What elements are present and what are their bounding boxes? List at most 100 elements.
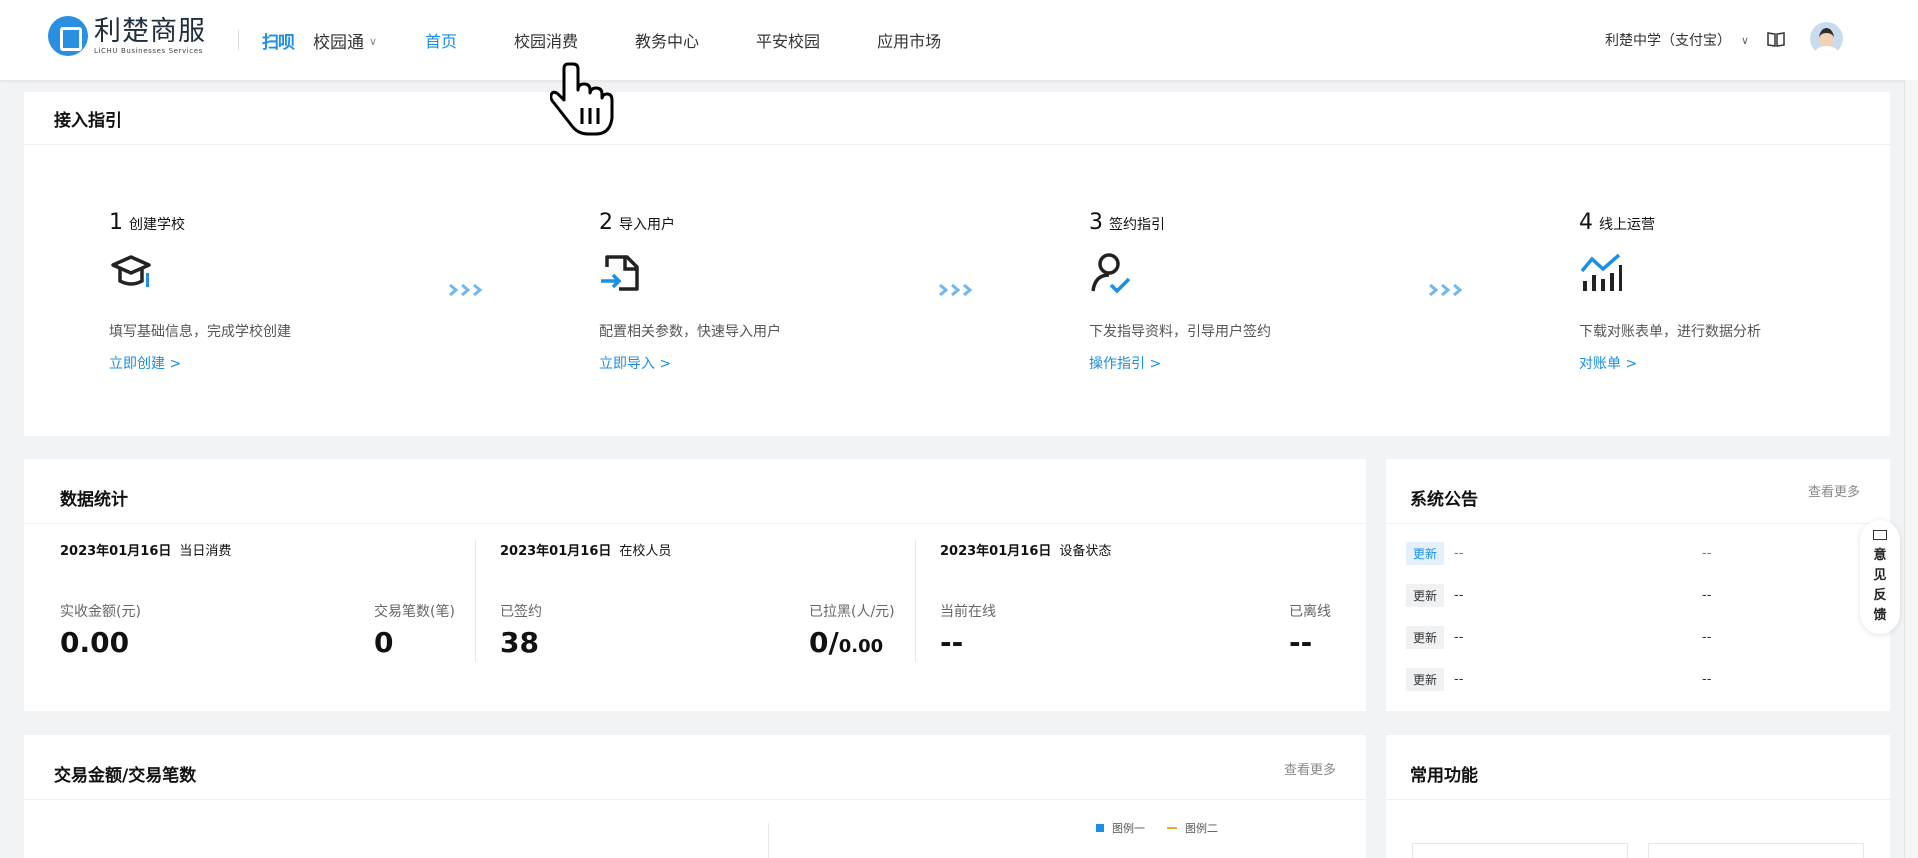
- blacklisted-value: 0/0.00: [809, 626, 884, 659]
- step-arrow-icon: [1429, 283, 1463, 297]
- graduation-cap-icon: [111, 255, 151, 287]
- analytics-icon: [1580, 253, 1622, 291]
- user-check-icon: [1091, 253, 1131, 294]
- legend-label: 图例一: [1112, 822, 1145, 835]
- product-switcher[interactable]: 校园通 ∨: [313, 28, 377, 53]
- notice-row[interactable]: 更新 -- --: [1406, 626, 1721, 649]
- stat-category: 设备状态: [1059, 544, 1112, 559]
- brand-logo[interactable]: 利楚商服 LiCHU Businesses Services: [48, 16, 206, 56]
- legend-swatch: [1167, 827, 1177, 829]
- user-avatar[interactable]: [1810, 22, 1843, 55]
- step-description: 下发指导资料，引导用户签约: [1089, 324, 1271, 340]
- product-name: 校园通: [313, 33, 364, 53]
- feedback-button[interactable]: 意见反馈: [1860, 520, 1900, 634]
- step-description: 下载对账表单，进行数据分析: [1579, 324, 1761, 340]
- data-stats-card: 数据统计: [24, 459, 1366, 711]
- logo-title: 利楚商服: [94, 16, 206, 47]
- signed-value: 38: [500, 626, 539, 659]
- online-label: 当前在线: [940, 604, 996, 620]
- hand-cursor-icon: [550, 62, 614, 136]
- stat-date: 2023年01月16日: [940, 544, 1052, 559]
- transaction-count-label: 交易笔数(笔): [374, 604, 455, 620]
- step-number: 2: [599, 210, 613, 235]
- nav-item-academic-center[interactable]: 教务中心: [635, 28, 699, 52]
- trade-title: 交易金额/交易笔数: [54, 766, 197, 786]
- notice-date: --: [1702, 630, 1712, 645]
- transaction-count-value: 0: [374, 626, 394, 659]
- statement-link[interactable]: 对账单 >: [1579, 353, 1918, 373]
- notice-row[interactable]: 更新 -- --: [1406, 542, 1721, 565]
- stat-category: 在校人员: [619, 544, 672, 559]
- signed-label: 已签约: [500, 604, 542, 620]
- nav-item-campus-consumption[interactable]: 校园消费: [514, 28, 578, 52]
- legend-swatch: [1096, 824, 1104, 832]
- school-switcher[interactable]: 利楚中学（支付宝） ∨: [1605, 30, 1749, 50]
- chart-legend: 图例一 图例二: [1096, 820, 1218, 836]
- function-tile[interactable]: [1648, 843, 1864, 858]
- access-guide-card: 接入指引 1 创建学校 填写基础信息，完成学校创建 立即创建 > 2 导入用户 配置…: [24, 92, 1890, 436]
- offline-value: --: [1289, 626, 1313, 659]
- received-amount-value: 0.00: [60, 626, 130, 659]
- operation-guide-link[interactable]: 操作指引 >: [1089, 353, 1489, 373]
- stat-date: 2023年01月16日: [500, 544, 612, 559]
- top-navigation-bar: 利楚商服 LiCHU Businesses Services 扫呗 校园通 ∨ …: [0, 0, 1918, 80]
- step-title: 签约指引: [1109, 217, 1165, 233]
- feedback-label: 意见反馈: [1873, 548, 1887, 623]
- notice-row[interactable]: 更新 -- --: [1406, 584, 1721, 607]
- trade-chart-card: 交易金额/交易笔数 查看更多: [24, 735, 1366, 858]
- book-icon[interactable]: [1767, 31, 1785, 47]
- stat-device-status: 2023年01月16日 设备状态: [940, 540, 1111, 559]
- create-school-link[interactable]: 立即创建 >: [109, 353, 509, 373]
- step-number: 3: [1089, 210, 1103, 235]
- mail-icon: [1873, 530, 1887, 540]
- scan-brand-logo: 扫呗: [262, 33, 295, 53]
- step-number: 4: [1579, 210, 1593, 235]
- notice-more-link[interactable]: 查看更多: [1808, 481, 1860, 500]
- stat-category: 当日消费: [179, 544, 232, 559]
- notice-text: --: [1454, 546, 1464, 561]
- chevron-down-icon: ∨: [1741, 33, 1750, 47]
- school-name: 利楚中学（支付宝）: [1605, 33, 1731, 49]
- trade-more-link[interactable]: 查看更多: [1284, 759, 1336, 778]
- nav-item-safe-campus[interactable]: 平安校园: [756, 28, 820, 52]
- import-users-link[interactable]: 立即导入 >: [599, 353, 999, 373]
- guide-step-4: 4 线上运营 下载对账表单，进行数据分析 对账单 >: [1579, 210, 1918, 373]
- logo-subtitle: LiCHU Businesses Services: [94, 47, 203, 55]
- stat-date: 2023年01月16日: [60, 544, 172, 559]
- chevron-down-icon: ∨: [369, 35, 378, 48]
- notice-text: --: [1454, 588, 1464, 603]
- online-value: --: [940, 626, 964, 659]
- notice-text: --: [1454, 672, 1464, 687]
- logo-mark-icon: [48, 16, 88, 56]
- page-scrollbar[interactable]: [1904, 80, 1918, 858]
- legend-label: 图例二: [1185, 822, 1218, 835]
- blacklisted-label: 已拉黑(人/元): [809, 604, 895, 620]
- offline-label: 已离线: [1289, 604, 1331, 620]
- main-nav: 首页 校园消费 教务中心 平安校园 应用市场: [425, 28, 998, 52]
- step-description: 配置相关参数，快速导入用户: [599, 324, 781, 340]
- notice-row[interactable]: 更新 -- --: [1406, 668, 1721, 691]
- notice-date: --: [1702, 588, 1712, 603]
- update-badge: 更新: [1406, 584, 1445, 607]
- nav-item-app-market[interactable]: 应用市场: [877, 28, 941, 52]
- notice-date: --: [1702, 672, 1712, 687]
- common-title: 常用功能: [1410, 766, 1478, 786]
- step-description: 填写基础信息，完成学校创建: [109, 324, 291, 340]
- step-title: 线上运营: [1599, 217, 1655, 233]
- common-functions-card: 常用功能: [1386, 735, 1890, 858]
- update-badge: 更新: [1406, 542, 1445, 565]
- guide-title: 接入指引: [54, 111, 122, 131]
- nav-item-home[interactable]: 首页: [425, 28, 457, 52]
- header-divider: [238, 30, 239, 50]
- notice-title: 系统公告: [1410, 490, 1478, 510]
- update-badge: 更新: [1406, 626, 1445, 649]
- stat-people-in-school: 2023年01月16日 在校人员: [500, 540, 671, 559]
- step-arrow-icon: [939, 283, 973, 297]
- received-amount-label: 实收金额(元): [60, 604, 141, 620]
- notice-text: --: [1454, 630, 1464, 645]
- stats-title: 数据统计: [60, 490, 128, 510]
- stat-today-consumption: 2023年01月16日 当日消费: [60, 540, 231, 559]
- step-number: 1: [109, 210, 123, 235]
- import-file-icon: [601, 255, 639, 291]
- function-tile[interactable]: [1412, 843, 1628, 858]
